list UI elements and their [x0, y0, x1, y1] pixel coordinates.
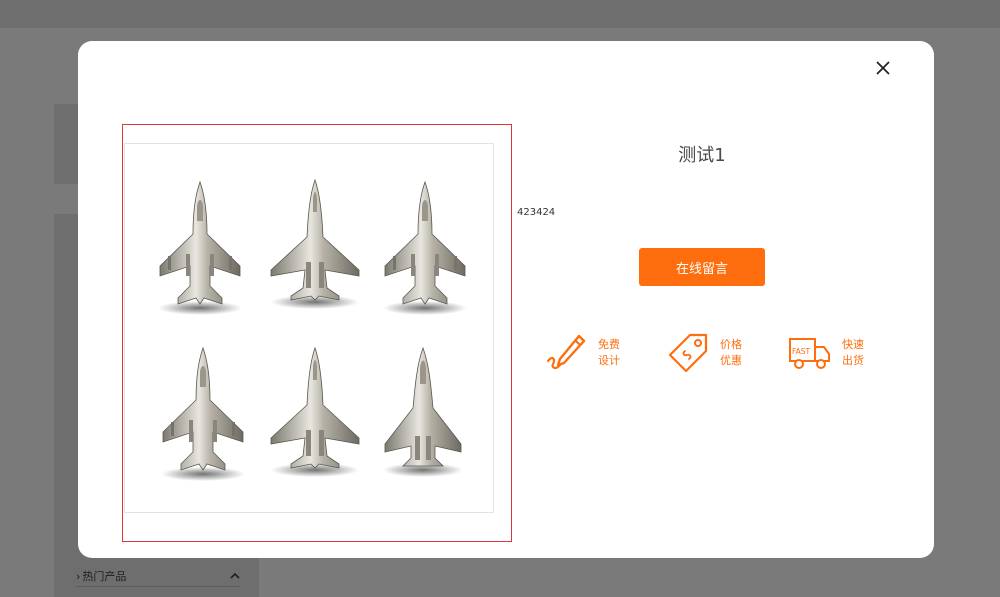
feature-free-design: 免费 设计	[544, 331, 620, 375]
jet-pin-4	[160, 347, 246, 482]
close-icon[interactable]	[872, 57, 894, 79]
fast-label: FAST	[792, 347, 811, 356]
chevron-up-icon[interactable]	[230, 572, 240, 580]
background-top-bar	[0, 0, 1000, 28]
product-modal: 423424 测试1 在线留言 免费 设计 价格 优惠 FAST 快速 出货	[78, 41, 934, 558]
jet-pin-5	[270, 347, 360, 478]
sidebar-section-label: 热门产品	[82, 570, 127, 583]
feature-good-price: 价格 优惠	[666, 331, 742, 375]
feature-line-1: 价格	[720, 338, 742, 351]
fighter-jet-pins-image	[157, 179, 468, 482]
pen-icon	[546, 334, 586, 370]
jet-pin-3	[382, 181, 468, 316]
jet-pin-1	[157, 181, 243, 316]
jet-pin-2	[270, 179, 360, 310]
price-tag-icon	[668, 333, 708, 373]
feature-line-1: 快速	[842, 338, 864, 351]
chevron-right-icon: ›	[76, 569, 81, 583]
product-title: 测试1	[678, 145, 726, 166]
feature-line-2: 设计	[598, 354, 620, 367]
feature-line-1: 免费	[598, 338, 620, 351]
product-image	[124, 143, 494, 513]
product-image-frame[interactable]	[122, 124, 512, 542]
close-button[interactable]	[872, 57, 894, 79]
fast-truck-icon: FAST	[789, 338, 830, 369]
online-message-button[interactable]: 在线留言	[639, 248, 765, 286]
sidebar-section-hot-products[interactable]: › 热门产品	[76, 566, 240, 587]
product-code: 423424	[517, 207, 556, 218]
feature-fast-delivery: FAST 快速 出货	[788, 331, 864, 375]
jet-pin-6	[382, 347, 464, 478]
feature-line-2: 优惠	[720, 354, 742, 367]
feature-line-2: 出货	[842, 354, 864, 367]
